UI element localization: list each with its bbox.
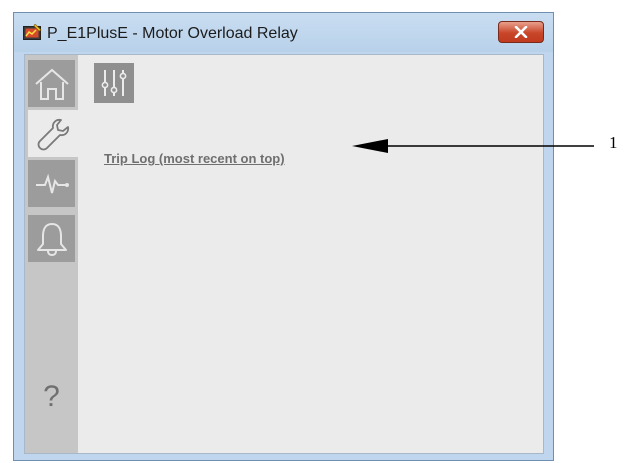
callout-arrow [352,139,594,153]
stage: P_E1PlusE - Motor Overload Relay ? Trip … [0,0,625,463]
callout-number: 1 [609,133,618,152]
